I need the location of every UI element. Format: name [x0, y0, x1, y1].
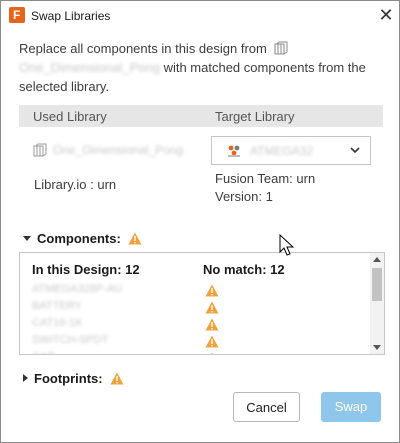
cancel-button[interactable]: Cancel [233, 392, 300, 422]
used-library-header: Used Library [33, 109, 107, 124]
component-row[interactable]: SWITCH-SPDT [20, 334, 368, 351]
warning-icon [211, 352, 213, 354]
no-match-count-header: No match: 12 [203, 262, 285, 277]
description-part-2: with matched components from the [163, 60, 366, 75]
scroll-down-arrow-icon[interactable] [373, 345, 381, 350]
component-name: CAP [32, 351, 55, 354]
warning-icon [205, 284, 219, 297]
close-icon[interactable]: ✕ [373, 3, 399, 27]
description-part-1: Replace all components in this design fr… [19, 41, 267, 56]
library-icon [274, 41, 288, 55]
description-text: Replace all components in this design fr… [19, 39, 389, 96]
target-library-select[interactable]: ATMEGA32 [211, 136, 371, 165]
component-row[interactable]: CAP [20, 351, 368, 354]
warning-icon [205, 335, 219, 348]
footprints-section-toggle[interactable]: Footprints: [23, 371, 124, 386]
target-library-value: ATMEGA32 [250, 144, 314, 158]
components-section-toggle[interactable]: Components: [23, 231, 142, 246]
target-library-header: Target Library [215, 109, 295, 124]
components-label: Components: [37, 231, 121, 246]
expand-arrow-icon [23, 236, 31, 241]
title-bar: F Swap Libraries ✕ [1, 1, 399, 31]
swap-libraries-dialog: F Swap Libraries ✕ Replace all component… [0, 0, 400, 443]
design-count-header: In this Design: 12 [32, 262, 140, 277]
footprints-label: Footprints: [34, 371, 103, 386]
target-library-source: Fusion Team: urn [215, 171, 316, 186]
component-name: BATTERY [32, 300, 82, 312]
team-icon [228, 145, 240, 157]
library-table-header: Used Library Target Library [19, 105, 383, 127]
component-name: CAT16-1K [32, 317, 83, 329]
component-name: SWITCH-SPDT [32, 334, 109, 346]
target-library-version: Version: 1 [215, 189, 273, 204]
warning-icon [205, 318, 219, 331]
source-library-name: One_Dimensional_Pong [19, 60, 160, 75]
components-scrollbar[interactable] [370, 253, 384, 354]
component-name: ATMEGA328P-AU [32, 283, 123, 295]
app-icon: F [9, 7, 25, 23]
mouse-cursor-icon [279, 234, 295, 256]
component-row[interactable]: BATTERY [20, 300, 368, 317]
collapse-arrow-icon [23, 374, 28, 382]
warning-icon [205, 301, 219, 314]
dialog-title: Swap Libraries [31, 9, 111, 23]
component-row[interactable]: ATMEGA328P-AU [20, 283, 368, 300]
description-part-3: selected library. [19, 79, 110, 94]
component-row[interactable]: CAT16-1K [20, 317, 368, 334]
warning-icon [110, 372, 124, 385]
scroll-thumb[interactable] [372, 268, 382, 301]
swap-button[interactable]: Swap [321, 392, 381, 422]
used-library-icon [33, 143, 47, 157]
used-library-name: One_Dimensional_Pong [53, 143, 184, 157]
used-library-source: Library.io : urn [34, 177, 117, 192]
chevron-down-icon [350, 147, 360, 154]
warning-icon [128, 232, 142, 245]
scroll-up-arrow-icon[interactable] [373, 257, 381, 262]
components-list[interactable]: In this Design: 12 No match: 12 ATMEGA32… [19, 252, 385, 355]
